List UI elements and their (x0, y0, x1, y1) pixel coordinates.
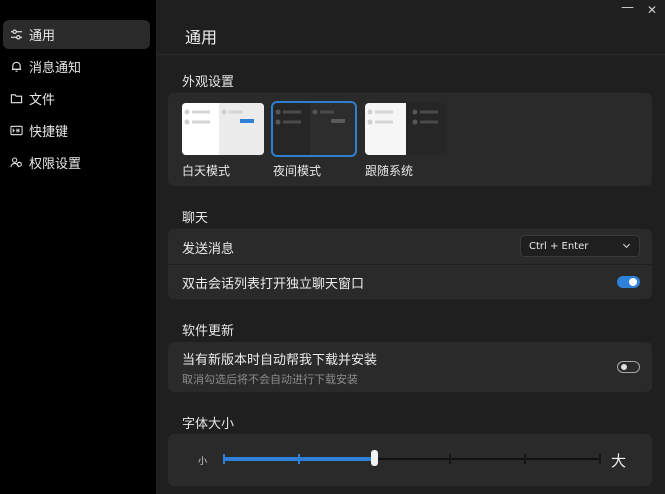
toggle-knob (629, 278, 637, 286)
sidebar-item-label: 通用 (29, 29, 56, 44)
minimize-button[interactable]: — (621, 0, 634, 15)
keyboard-icon (9, 124, 23, 138)
font-size-section-title: 字体大小 (182, 417, 235, 432)
sidebar-item-general[interactable]: 通用 (3, 20, 150, 49)
folder-icon (9, 92, 23, 106)
chat-section-title: 聊天 (182, 211, 209, 226)
theme-system-preview[interactable] (365, 103, 447, 155)
send-shortcut-value: Ctrl + Enter (529, 240, 589, 252)
sidebar-item-permissions[interactable]: 权限设置 (3, 148, 150, 177)
sidebar-item-files[interactable]: 文件 (3, 84, 150, 113)
font-size-card: 小 大 (168, 434, 652, 486)
font-size-min-label: 小 (198, 457, 208, 467)
font-size-slider-thumb[interactable] (371, 450, 379, 466)
appearance-section-title: 外观设置 (182, 75, 235, 90)
double-click-row: 双击会话列表打开独立聊天窗口 (168, 264, 652, 300)
font-size-slider-tick (298, 454, 301, 464)
sidebar-item-notifications[interactable]: 消息通知 (3, 52, 150, 81)
theme-light-label[interactable]: 白天模式 (182, 162, 230, 179)
font-size-max-label: 大 (611, 452, 627, 470)
double-click-label: 双击会话列表打开独立聊天窗口 (182, 276, 365, 292)
send-message-row: 发送消息 Ctrl + Enter (168, 229, 652, 265)
font-size-slider-tick (223, 454, 225, 464)
sidebar-item-label: 消息通知 (29, 61, 82, 76)
theme-dark-label[interactable]: 夜间模式 (273, 162, 321, 179)
bell-icon (9, 60, 23, 74)
sidebar-item-label: 快捷键 (29, 125, 69, 140)
auto-update-label: 当有新版本时自动帮我下载并安装 (182, 353, 378, 368)
auto-update-sublabel: 取消勾选后将不会自动进行下载安装 (182, 373, 358, 386)
sidebar-item-label: 权限设置 (29, 157, 82, 172)
font-size-slider-tick (599, 454, 601, 464)
close-button[interactable]: ✕ (647, 3, 657, 17)
update-card: 当有新版本时自动帮我下载并安装 取消勾选后将不会自动进行下载安装 (168, 342, 652, 392)
theme-system-label[interactable]: 跟随系统 (365, 162, 413, 179)
font-size-slider-tick (448, 454, 451, 464)
send-shortcut-select[interactable]: Ctrl + Enter (520, 235, 640, 257)
appearance-card: 白天模式 夜间模式 跟随系统 (168, 93, 652, 186)
sliders-icon (9, 28, 23, 42)
double-click-toggle[interactable] (617, 276, 640, 288)
send-message-label: 发送消息 (182, 241, 235, 257)
sidebar: 通用 消息通知 文件 快捷键 权限设置 (0, 0, 156, 494)
auto-update-toggle[interactable] (617, 361, 640, 373)
font-size-slider-tick (523, 454, 526, 464)
toggle-knob (621, 364, 627, 370)
chat-card: 发送消息 Ctrl + Enter 双击会话列表打开独立聊天窗口 (168, 229, 652, 299)
settings-panel: — ✕ 通用 外观设置 白天模式 夜间模式 跟随系统 聊天 发送消息 Ctrl … (156, 0, 665, 494)
theme-light-preview[interactable] (182, 103, 264, 155)
title-divider (156, 54, 665, 55)
update-section-title: 软件更新 (182, 324, 235, 339)
people-icon (9, 156, 23, 170)
sidebar-item-shortcuts[interactable]: 快捷键 (3, 116, 150, 145)
theme-dark-preview[interactable] (271, 101, 357, 157)
page-title: 通用 (185, 28, 218, 47)
sidebar-item-label: 文件 (29, 93, 56, 108)
chevron-down-icon (622, 241, 631, 253)
